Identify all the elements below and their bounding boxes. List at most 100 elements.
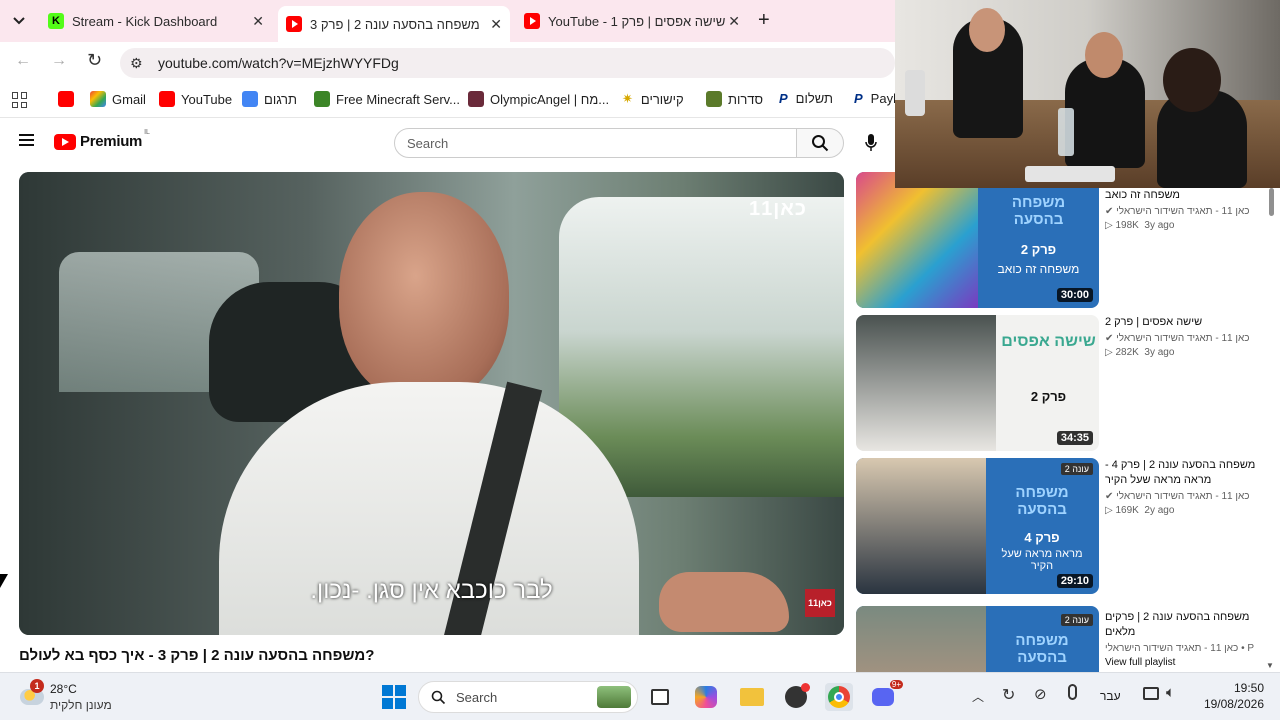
start-button[interactable]	[380, 683, 408, 711]
tab-kick-dashboard[interactable]: K Stream - Kick Dashboard ✕	[40, 6, 272, 36]
task-view-button[interactable]	[646, 683, 674, 711]
close-icon[interactable]: ✕	[252, 13, 264, 30]
scrollbar[interactable]: ▼	[1266, 188, 1276, 672]
webcam-keyboard	[1025, 166, 1115, 182]
paypal-icon: P	[779, 91, 788, 106]
network-off-icon[interactable]: ⊘	[1034, 685, 1047, 703]
avatar-icon	[468, 91, 484, 107]
bookmark-label: Gmail	[112, 91, 146, 107]
bookmark-youtube-icon-only[interactable]	[58, 91, 80, 107]
video-caption: לבר כוכבא אין סגן. -נכון.	[310, 577, 553, 604]
channel-name[interactable]: ✔ כאן 11 - תאגיד השידור הישראלי	[1105, 491, 1270, 502]
weather-widget[interactable]: 1 28°C מעונן חלקית	[18, 679, 148, 717]
taskbar-search[interactable]: Search	[418, 681, 638, 713]
channel-name[interactable]: כאן 11 - תאגיד השידור הישראלי • P	[1105, 643, 1270, 654]
video-player[interactable]: כאן11 לבר כוכבא אין סגן. -נכון. כאן11	[19, 172, 844, 635]
bookmark-label: סדרות	[728, 91, 764, 107]
youtube-icon	[524, 13, 540, 29]
channel-label: כאן 11 - תאגיד השידור הישראלי	[1116, 491, 1250, 502]
volume-icon[interactable]: 🔈︎	[1166, 684, 1175, 701]
site-info-icon[interactable]: ⚙	[130, 55, 143, 72]
bookmark-youtube[interactable]: YouTube	[159, 91, 232, 107]
thumbnail-brand: משפחה בהסעה	[1015, 484, 1069, 518]
language-indicator[interactable]: עבר	[1100, 689, 1121, 703]
tab-search-button[interactable]	[8, 12, 30, 30]
close-icon[interactable]: ✕	[490, 16, 502, 33]
sync-icon[interactable]: ↻	[1002, 685, 1015, 705]
tab-title: YouTube - 1 שישה אפסים | פרק	[548, 13, 726, 29]
video-thumbnail[interactable]: שישה אפסים פרק 2 34:35	[856, 315, 1099, 451]
bookmark-olympicangel[interactable]: OlympicAngel | מח...	[468, 91, 609, 107]
bookmark-series[interactable]: סדרות	[706, 91, 763, 107]
channel-name[interactable]: ✔ כאן 11 - תאגיד השידור הישראלי	[1105, 333, 1270, 344]
windows-logo-icon	[382, 685, 406, 709]
recommendation-item[interactable]: שישה אפסים פרק 2 34:35 שישה אפסים | פרק …	[856, 315, 1276, 451]
corner-logo: כאן11	[805, 589, 835, 617]
bookmark-gmail[interactable]: Gmail	[90, 91, 146, 107]
copilot-button[interactable]	[692, 683, 720, 711]
duration-badge: 34:35	[1056, 431, 1093, 445]
tab-title: Stream - Kick Dashboard	[72, 13, 218, 29]
discord-button[interactable]: 9+	[869, 680, 903, 711]
recommendation-title[interactable]: משפחה זה כואב	[1105, 188, 1270, 203]
bookmark-label: YouTube	[181, 91, 233, 107]
playlist-thumbnail[interactable]: עונה 2 משפחה בהסעה	[856, 606, 1099, 672]
recommendation-title[interactable]: שישה אפסים | פרק 2	[1105, 315, 1270, 330]
apps-grid-icon[interactable]	[12, 92, 28, 108]
close-icon[interactable]: ✕	[728, 13, 740, 30]
chrome-button[interactable]	[825, 683, 853, 711]
scroll-down-icon[interactable]: ▼	[1266, 661, 1274, 670]
address-input[interactable]: ⚙ youtube.com/watch?v=MEjzhWYYFDg	[120, 48, 895, 78]
clock[interactable]: 19:50 19/08/2026	[1190, 681, 1264, 711]
playlist-title[interactable]: משפחה בהסעה עונה 2 | פרקים מלאים	[1105, 610, 1270, 640]
playlist-item[interactable]: עונה 2 משפחה בהסעה משפחה בהסעה עונה 2 | …	[856, 606, 1276, 672]
thumbnail-brand: שישה אפסים	[1001, 333, 1096, 350]
search-input[interactable]: Search	[394, 128, 797, 158]
display-icon[interactable]	[1143, 687, 1159, 700]
channel-label: כאן 11 - תאגיד השידור הישראלי • P	[1105, 643, 1255, 654]
thumbnail-subtitle: משפחה זה כואב	[997, 262, 1080, 276]
forward-icon[interactable]: →	[51, 52, 67, 70]
channel-label: כאן 11 - תאגיד השידור הישראלי	[1116, 333, 1250, 344]
youtube-premium-logo[interactable]: Premium IL	[54, 129, 150, 150]
person-head	[339, 192, 509, 402]
view-full-playlist-link[interactable]: View full playlist	[1105, 657, 1270, 668]
tab-current-video[interactable]: משפחה בהסעה עונה 2 | פרק 3 ✕	[278, 6, 510, 42]
new-tab-button[interactable]: +	[758, 9, 770, 32]
thumbnail-episode: פרק 2	[1030, 389, 1067, 404]
bookmark-links[interactable]: ✷ קישורים	[622, 91, 684, 107]
view-count: 282K	[1115, 347, 1139, 358]
bookmark-translate[interactable]: תרגום	[242, 91, 297, 107]
recommendation-info: משפחה בהסעה עונה 2 | פרק 4 - מראה מראה ש…	[1105, 458, 1270, 516]
microphone-icon[interactable]	[1068, 684, 1077, 700]
file-explorer-button[interactable]	[738, 683, 766, 711]
scroll-thumb[interactable]	[1269, 188, 1274, 216]
recommendation-title[interactable]: משפחה בהסעה עונה 2 | פרק 4 - מראה מראה ש…	[1105, 458, 1270, 488]
logo-text: Premium	[80, 133, 143, 150]
back-icon[interactable]: ←	[15, 52, 31, 70]
reload-icon[interactable]: ↻	[87, 50, 102, 71]
search-button[interactable]	[796, 128, 844, 158]
thumbnail-person	[856, 315, 996, 451]
thumbnail-subtitle: מראה מראה שעל הקיר	[1001, 548, 1083, 572]
menu-icon[interactable]	[19, 134, 34, 146]
recommendation-item[interactable]: משפחה בהסעה פרק 2 משפחה זה כואב 30:00 מש…	[856, 172, 1276, 308]
kick-icon: K	[48, 13, 64, 29]
thumbnail-episode: פרק 2	[1020, 242, 1057, 257]
video-thumbnail[interactable]: משפחה בהסעה פרק 2 משפחה זה כואב 30:00	[856, 172, 1099, 308]
video-meta: ▷ 198K 3y ago	[1105, 220, 1175, 231]
tray-overflow-icon[interactable]: ︿	[972, 688, 984, 705]
video-thumbnail[interactable]: עונה 2 משפחה בהסעה פרק 4 מראה מראה שעל ה…	[856, 458, 1099, 594]
voice-search-button[interactable]	[858, 130, 884, 156]
tab-shisha-afasim[interactable]: YouTube - 1 שישה אפסים | פרק ✕	[516, 6, 748, 36]
webcam-head-right	[1163, 48, 1221, 112]
recommendation-item[interactable]: עונה 2 משפחה בהסעה פרק 4 מראה מראה שעל ה…	[856, 458, 1276, 594]
youtube-icon	[58, 91, 74, 107]
bookmark-payment[interactable]: P תשלום	[779, 91, 833, 106]
bookmark-minecraft[interactable]: Free Minecraft Serv...	[314, 91, 460, 107]
channel-name[interactable]: ✔ כאן 11 - תאגיד השידור הישראלי	[1105, 206, 1270, 217]
obs-button[interactable]	[782, 683, 810, 711]
bookmark-label: תשלום	[795, 91, 833, 106]
search-placeholder: Search	[407, 135, 449, 151]
bookmark-paypal[interactable]: P Payl	[854, 91, 896, 106]
